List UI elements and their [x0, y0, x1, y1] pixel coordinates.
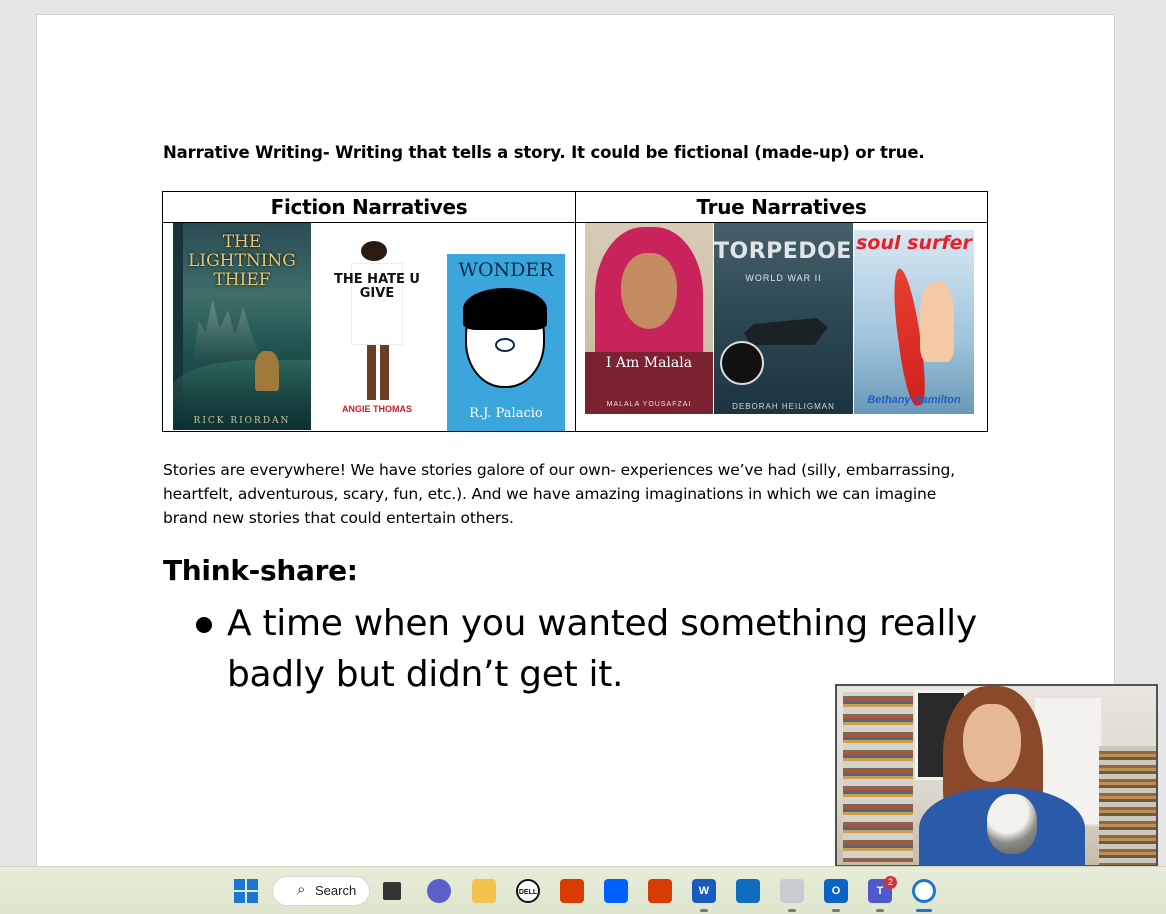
cover-ship-art: [744, 318, 828, 345]
cortana-icon[interactable]: [912, 879, 936, 903]
paragraph-line: heartfelt, adventurous, scary, fun, etc.…: [163, 485, 937, 503]
cover-title: WONDER: [458, 259, 554, 281]
paragraph-line: Stories are everywhere! We have stories …: [163, 461, 955, 479]
running-indicator: [832, 909, 840, 912]
cover-subtitle: WORLD WAR II: [745, 273, 822, 283]
office-icon[interactable]: [648, 879, 672, 903]
true-header: True Narratives: [696, 195, 867, 219]
bookshelf-art: [1099, 746, 1156, 865]
book-table: Fiction Narratives True Narratives THE L…: [162, 191, 988, 432]
bookshelf-art: [843, 692, 913, 862]
search-label: Search: [315, 883, 357, 898]
cover-title: TORPEDOED: [714, 239, 853, 264]
cover-figure-art: [255, 351, 279, 391]
video-overlay[interactable]: [835, 684, 1158, 867]
cover-author: MALALA YOUSAFZAI: [606, 401, 692, 408]
soul-surfer-cover: soul surfer Bethany Hamilton: [854, 230, 974, 414]
fiction-header: Fiction Narratives: [270, 195, 468, 219]
taskbar-search[interactable]: ⌕ Search: [272, 876, 370, 906]
paragraph-line: brand new stories that could entertain o…: [163, 509, 514, 527]
document-heading: Narrative Writing- Writing that tells a …: [163, 143, 925, 162]
presenter-face: [963, 704, 1021, 782]
guinea-pig-art: [987, 794, 1037, 854]
cover-award-badge: [720, 341, 764, 385]
cover-author: RICK RIORDAN: [193, 416, 291, 426]
running-indicator: [788, 909, 796, 912]
table-column-divider: [575, 192, 576, 431]
cover-hair-art: [463, 288, 547, 330]
onedrive-icon[interactable]: [780, 879, 804, 903]
body-paragraph: Stories are everywhere! We have stories …: [163, 458, 993, 530]
cover-hair-art: [361, 241, 387, 261]
cover-figure-art: [920, 282, 954, 362]
cover-city-art: [193, 300, 263, 363]
cover-title: I Am Malala: [605, 355, 693, 371]
think-share-heading: Think-share:: [163, 554, 358, 587]
wonder-cover: WONDER R.J. Palacio: [447, 254, 565, 431]
cover-eye-art: [495, 338, 515, 352]
cover-author: ANGIE THOMAS: [341, 404, 412, 414]
office-icon[interactable]: [560, 879, 584, 903]
cover-title: THE LIGHTNING THIEF: [188, 232, 296, 290]
lightning-thief-cover: THE LIGHTNING THIEF RICK RIORDAN: [173, 223, 311, 430]
bullet-line: A time when you wanted something really: [227, 603, 977, 644]
i-am-malala-cover: I Am Malala MALALA YOUSAFZAI: [585, 223, 713, 414]
dropbox-icon[interactable]: [604, 879, 628, 903]
task-view-icon[interactable]: [383, 882, 401, 900]
outlook-icon[interactable]: O: [824, 879, 848, 903]
torpedoed-cover: TORPEDOED WORLD WAR II DEBORAH HEILIGMAN: [714, 223, 853, 414]
cover-title: soul surfer: [856, 232, 972, 254]
cover-title: THE HATE U GIVE: [334, 272, 420, 301]
cover-author: Bethany Hamilton: [867, 394, 961, 406]
running-indicator: [700, 909, 708, 912]
cover-face-art: [621, 253, 677, 329]
search-icon: ⌕: [297, 881, 306, 898]
windows-start-icon[interactable]: [234, 879, 258, 903]
cover-legs-art: [367, 345, 389, 400]
word-icon[interactable]: W: [692, 879, 716, 903]
running-indicator: [876, 909, 884, 912]
mail-icon[interactable]: [736, 879, 760, 903]
cover-author: DEBORAH HEILIGMAN: [732, 402, 835, 411]
file-explorer-icon[interactable]: [472, 879, 496, 903]
dell-icon[interactable]: DELL: [516, 879, 540, 903]
teams-notification-badge: 2: [884, 876, 897, 889]
hate-u-give-cover: THE HATE U GIVE ANGIE THOMAS: [317, 223, 437, 426]
taskbar: ⌕ Search DELL W O T: [0, 866, 1166, 914]
active-indicator: [916, 909, 932, 912]
cover-author: R.J. Palacio: [469, 406, 543, 421]
video-chat-icon[interactable]: [427, 879, 451, 903]
bullet-icon: [196, 617, 212, 633]
